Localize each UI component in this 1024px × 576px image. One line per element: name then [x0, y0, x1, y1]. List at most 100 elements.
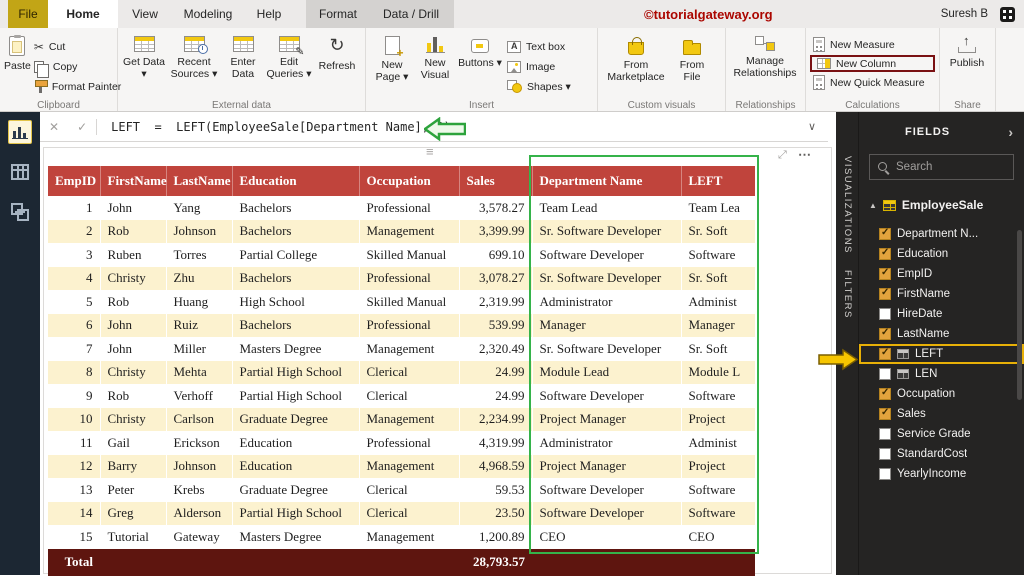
new-column-button[interactable]: New Column [810, 55, 935, 72]
field-checkbox[interactable] [879, 368, 891, 380]
field-item-service-grade[interactable]: Service Grade [859, 424, 1024, 444]
collapsed-panels-strip: VISUALIZATIONS FILTERS [836, 112, 858, 575]
refresh-icon [329, 36, 344, 56]
field-checkbox[interactable] [879, 287, 891, 300]
tab-help[interactable]: Help [244, 0, 294, 28]
enter-data-button[interactable]: Enter Data [222, 30, 264, 96]
visual-more-options-icon[interactable] [798, 147, 812, 163]
field-checkbox[interactable] [879, 347, 891, 360]
field-item-occupation[interactable]: Occupation [859, 384, 1024, 404]
field-item-standardcost[interactable]: StandardCost [859, 444, 1024, 464]
image-button[interactable]: Image [504, 58, 574, 75]
shapes-button[interactable]: Shapes ▾ [504, 78, 574, 95]
from-marketplace-button[interactable]: From Marketplace [602, 30, 670, 96]
publish-button[interactable]: Publish [944, 30, 990, 96]
field-item-hiredate[interactable]: HireDate [859, 304, 1024, 324]
table-cell: Partial High School [232, 501, 360, 526]
new-visual-button[interactable]: New Visual [414, 30, 456, 96]
table-visual[interactable]: EmpID FirstName LastName Education Occupatio… [48, 166, 756, 576]
collapse-table-icon[interactable] [869, 201, 877, 210]
formula-text[interactable]: LEFT = LEFT(EmployeeSale[Department Name… [111, 120, 451, 134]
field-item-sales[interactable]: Sales [859, 404, 1024, 424]
field-checkbox[interactable] [879, 428, 891, 440]
buttons-button[interactable]: Buttons ▾ [456, 30, 504, 96]
text-box-button[interactable]: Text box [504, 38, 574, 55]
fields-panel: FIELDS › Search EmployeeSale Department … [858, 112, 1024, 575]
focus-mode-icon[interactable] [778, 149, 787, 162]
field-checkbox[interactable] [879, 387, 891, 400]
new-quick-measure-button[interactable]: New Quick Measure [810, 74, 935, 91]
table-cell: Software Developer [532, 478, 682, 502]
table-cell: Sr. Soft [681, 219, 756, 244]
tab-modeling[interactable]: Modeling [172, 0, 244, 28]
recent-sources-button[interactable]: Recent Sources ▾ [166, 30, 222, 96]
new-page-button[interactable]: New Page ▾ [370, 30, 414, 96]
field-item-education[interactable]: Education [859, 244, 1024, 264]
field-item-left[interactable]: LEFT [859, 344, 1024, 364]
field-item-len[interactable]: LEN [859, 364, 1024, 384]
table-cell: Masters Degree [232, 337, 360, 361]
field-item-department-n[interactable]: Department N... [859, 224, 1024, 244]
fields-scrollbar[interactable] [1017, 230, 1022, 400]
column-header-left[interactable]: LEFT [681, 166, 756, 196]
field-checkbox[interactable] [879, 468, 891, 480]
field-checkbox[interactable] [879, 227, 891, 240]
table-cell: Greg [100, 501, 167, 526]
column-header-empid[interactable]: EmpID [48, 166, 101, 196]
tab-home[interactable]: Home [48, 0, 118, 28]
dax-formula-bar[interactable]: ✕ ✓ LEFT = LEFT(EmployeeSale[Department … [40, 112, 828, 142]
expand-formula-bar-icon[interactable]: ∨ [808, 120, 816, 133]
field-item-firstname[interactable]: FirstName [859, 284, 1024, 304]
fields-search-input[interactable]: Search [869, 154, 1014, 180]
tab-data-drill[interactable]: Data / Drill [370, 0, 452, 28]
model-view-button[interactable] [8, 200, 32, 224]
filters-panel-tab[interactable]: FILTERS [842, 270, 853, 319]
table-row: 4 Christy Zhu Bachelors Professional 3,078.27… [48, 266, 756, 291]
field-item-lastname[interactable]: LastName [859, 324, 1024, 344]
visualizations-panel-tab[interactable]: VISUALIZATIONS [842, 156, 853, 254]
column-header-lastname[interactable]: LastName [166, 166, 233, 196]
total-empty-cell [232, 548, 359, 576]
report-canvas[interactable]: EmpIDFirstNameLastNameEducationOccupatio… [40, 142, 836, 576]
refresh-button[interactable]: Refresh [314, 30, 360, 96]
enter-data-icon [232, 36, 254, 52]
column-header-firstname[interactable]: FirstName [100, 166, 167, 196]
paste-button[interactable]: Paste [4, 30, 31, 96]
format-painter-button[interactable]: Format Painter [31, 78, 124, 95]
column-header-sales[interactable]: Sales [459, 166, 533, 196]
cancel-formula-icon[interactable]: ✕ [40, 120, 68, 134]
manage-relationships-button[interactable]: Manage Relationships [730, 30, 800, 96]
data-view-button[interactable] [8, 160, 32, 184]
tab-file[interactable]: File [8, 0, 48, 28]
edit-queries-button[interactable]: Edit Queries ▾ [264, 30, 314, 96]
tab-format[interactable]: Format [306, 0, 370, 28]
collapse-fields-icon[interactable]: › [1008, 124, 1014, 140]
new-measure-button[interactable]: New Measure [810, 36, 935, 53]
field-checkbox[interactable] [879, 247, 891, 260]
field-checkbox[interactable] [879, 407, 891, 420]
report-view-icon [12, 125, 28, 139]
app-grid-icon[interactable] [1000, 7, 1015, 22]
field-checkbox[interactable] [879, 448, 891, 460]
field-item-yearlyincome[interactable]: YearlyIncome [859, 464, 1024, 484]
fields-table-employeesale[interactable]: EmployeeSale [859, 194, 1024, 216]
from-file-button[interactable]: From File [670, 30, 714, 96]
visual-drag-grip-icon[interactable] [426, 144, 434, 159]
field-item-empid[interactable]: EmpID [859, 264, 1024, 284]
column-header-occupation[interactable]: Occupation [359, 166, 460, 196]
signed-in-user[interactable]: Suresh B [941, 0, 988, 28]
tab-view[interactable]: View [118, 0, 172, 28]
new-visual-icon [425, 36, 445, 53]
report-view-button[interactable] [8, 120, 32, 144]
get-data-button[interactable]: Get Data ▾ [122, 30, 166, 96]
copy-button[interactable]: Copy [31, 58, 124, 78]
cut-button[interactable]: Cut [31, 38, 124, 55]
table-cell: Skilled Manual [359, 243, 460, 267]
group-label-relationships: Relationships [735, 100, 796, 111]
field-checkbox[interactable] [879, 308, 891, 320]
column-header-department-name[interactable]: Department Name [532, 166, 682, 196]
commit-formula-icon[interactable]: ✓ [68, 120, 96, 134]
field-checkbox[interactable] [879, 267, 891, 280]
column-header-education[interactable]: Education [232, 166, 360, 196]
field-checkbox[interactable] [879, 327, 891, 340]
